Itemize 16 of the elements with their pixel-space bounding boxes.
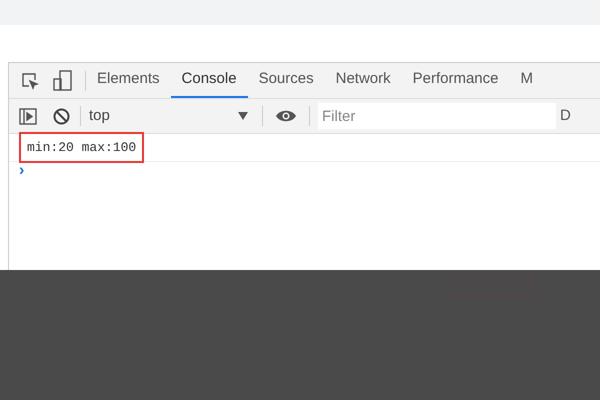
- console-prompt[interactable]: ›: [9, 162, 600, 180]
- eye-icon[interactable]: [275, 109, 297, 123]
- devtools-tab[interactable]: Sources: [248, 63, 325, 98]
- inspect-icon[interactable]: [21, 72, 39, 90]
- devtools-tab[interactable]: Elements: [86, 63, 171, 98]
- clear-icon[interactable]: [53, 108, 70, 124]
- filter-field[interactable]: Filter: [318, 103, 556, 129]
- device-icon[interactable]: [53, 70, 73, 92]
- console-message: min:20 max:100: [19, 132, 144, 164]
- toolbar-label: D: [560, 106, 571, 126]
- context-dropdown[interactable]: top: [81, 104, 256, 128]
- sidebar-toggle-icon[interactable]: [19, 108, 37, 124]
- caret-icon: [238, 112, 248, 120]
- devtools-tab[interactable]: Network: [324, 63, 402, 98]
- devtools-tab[interactable]: Performance: [402, 63, 510, 98]
- devtools-tab[interactable]: M: [510, 63, 544, 98]
